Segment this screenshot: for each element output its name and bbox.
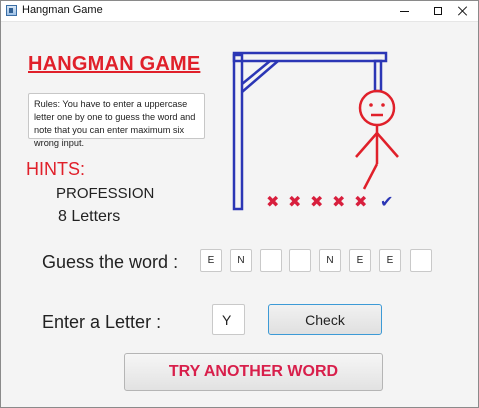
correct-mark-icon: ✔ bbox=[380, 192, 394, 211]
wrong-mark-icon: ✖ bbox=[310, 192, 324, 211]
figure-eye-left bbox=[369, 103, 373, 107]
close-button[interactable] bbox=[448, 1, 478, 21]
figure-head bbox=[358, 89, 396, 127]
wrong-mark-icon: ✖ bbox=[288, 192, 302, 211]
hints-label: HINTS: bbox=[26, 159, 86, 179]
letter-box bbox=[260, 249, 282, 272]
gallows-brace-inner bbox=[241, 60, 279, 93]
rules-box: Rules: You have to enter a uppercase let… bbox=[28, 93, 205, 148]
app-window: Hangman Game HANGMAN GAME Rules: You hav… bbox=[0, 0, 479, 408]
letter-box: N bbox=[319, 249, 341, 272]
letter-box: E bbox=[349, 249, 371, 272]
window-title: Hangman Game bbox=[22, 4, 103, 16]
letter-box: N bbox=[230, 249, 252, 272]
figure-leg-left bbox=[362, 163, 379, 190]
gallows-rope bbox=[373, 59, 383, 93]
guess-label: Guess the word : bbox=[42, 252, 179, 272]
gallows-post bbox=[232, 53, 244, 211]
title-bar: Hangman Game bbox=[1, 1, 478, 22]
hint-length: 8 Letters bbox=[58, 208, 121, 225]
gallows-beam bbox=[232, 51, 388, 63]
letter-box: E bbox=[200, 249, 222, 272]
page-title: HANGMAN GAME bbox=[28, 53, 201, 75]
check-button[interactable]: Check bbox=[268, 304, 382, 335]
letter-input[interactable] bbox=[212, 304, 245, 335]
minimize-button[interactable] bbox=[386, 1, 422, 21]
hanged-figure bbox=[355, 89, 399, 190]
letter-box bbox=[289, 249, 311, 272]
wrong-mark-icon: ✖ bbox=[354, 192, 368, 211]
try-another-word-button[interactable]: TRY ANOTHER WORD bbox=[124, 353, 383, 391]
app-icon bbox=[6, 5, 17, 16]
hint-category: PROFESSION bbox=[56, 185, 155, 202]
minimize-icon bbox=[399, 10, 409, 12]
letter-box bbox=[410, 249, 432, 272]
letter-box: E bbox=[379, 249, 401, 272]
gallows bbox=[232, 51, 388, 211]
maximize-icon bbox=[434, 7, 442, 15]
figure-arm-right bbox=[376, 132, 399, 158]
wrong-mark-icon: ✖ bbox=[332, 192, 346, 211]
figure-eye-right bbox=[381, 103, 385, 107]
wrong-mark-icon: ✖ bbox=[266, 192, 280, 211]
figure-arm-left bbox=[355, 132, 378, 158]
close-icon bbox=[458, 6, 468, 16]
enter-letter-label: Enter a Letter : bbox=[42, 312, 162, 332]
